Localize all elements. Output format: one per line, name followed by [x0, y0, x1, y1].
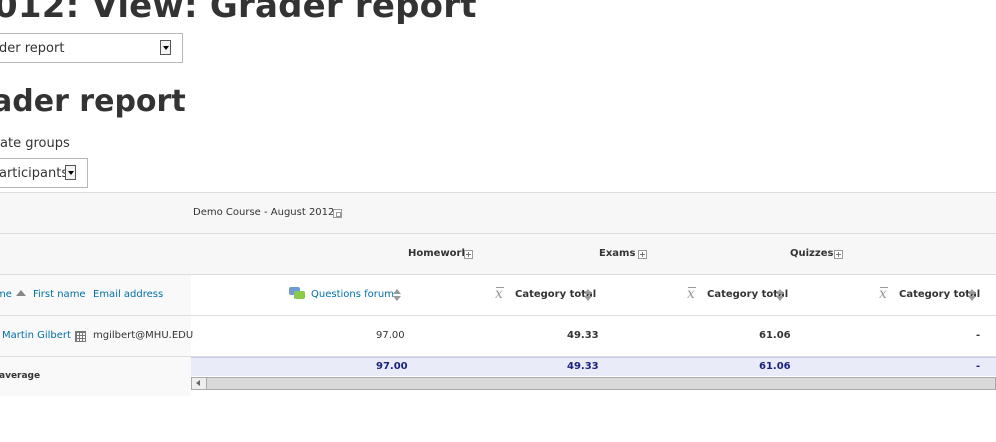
student-email: mgilbert@MHU.EDU	[93, 330, 194, 341]
column-questions-forum[interactable]: Questions forum	[311, 289, 394, 300]
average-homework-total: 49.33	[567, 361, 599, 372]
page-title: 012: View: Grader report	[0, 0, 477, 26]
course-header: Demo Course - August 2012	[193, 207, 335, 218]
mean-x-bar-icon: x	[879, 286, 888, 302]
horizontal-scrollbar[interactable]	[191, 377, 996, 390]
grade-quizzes-total[interactable]: -	[976, 330, 980, 341]
user-report-icon[interactable]	[75, 331, 86, 342]
mean-x-bar-icon: x	[687, 286, 696, 302]
sort-icon[interactable]	[776, 289, 784, 301]
expand-icon[interactable]	[834, 250, 843, 259]
sort-icon[interactable]	[584, 289, 592, 301]
column-first-name[interactable]: First name	[33, 289, 86, 300]
forum-icon	[289, 287, 305, 301]
chevron-down-icon	[65, 165, 76, 180]
chevron-down-icon	[160, 40, 171, 55]
groups-label: ate groups	[0, 136, 70, 151]
column-last-name[interactable]: me	[0, 289, 12, 300]
divider	[0, 233, 996, 234]
divider	[0, 192, 996, 193]
course-header-band	[0, 193, 996, 233]
category-homework: Homework	[408, 248, 469, 259]
collapse-icon[interactable]	[333, 209, 342, 218]
average-exams-total: 61.06	[759, 361, 791, 372]
scroll-left-icon[interactable]	[192, 378, 207, 389]
grade-exams-total[interactable]: 61.06	[759, 330, 791, 341]
category-exams: Exams	[599, 248, 636, 259]
column-email[interactable]: Email address	[93, 289, 163, 300]
mean-x-bar-icon: x	[495, 286, 504, 302]
average-label: average	[0, 371, 41, 381]
average-quizzes-total: -	[976, 361, 981, 372]
sort-icon[interactable]	[393, 289, 401, 301]
student-name[interactable]: Martin Gilbert	[2, 330, 71, 341]
average-forum: 97.00	[376, 361, 408, 372]
groups-select[interactable]: articipants	[0, 158, 88, 188]
report-select[interactable]: der report	[0, 33, 183, 63]
category-header-band	[0, 233, 996, 274]
groups-select-value: articipants	[0, 166, 69, 181]
expand-icon[interactable]	[464, 250, 473, 259]
divider	[0, 274, 996, 275]
report-select-value: der report	[0, 41, 65, 56]
divider	[0, 315, 996, 316]
expand-icon[interactable]	[638, 250, 647, 259]
section-heading: ader report	[0, 84, 186, 119]
category-quizzes: Quizzes	[790, 248, 834, 259]
grade-homework-total[interactable]: 49.33	[567, 330, 599, 341]
grade-forum[interactable]: 97.00	[376, 330, 405, 341]
sort-icon[interactable]	[968, 289, 976, 301]
sort-up-icon[interactable]	[16, 290, 26, 296]
